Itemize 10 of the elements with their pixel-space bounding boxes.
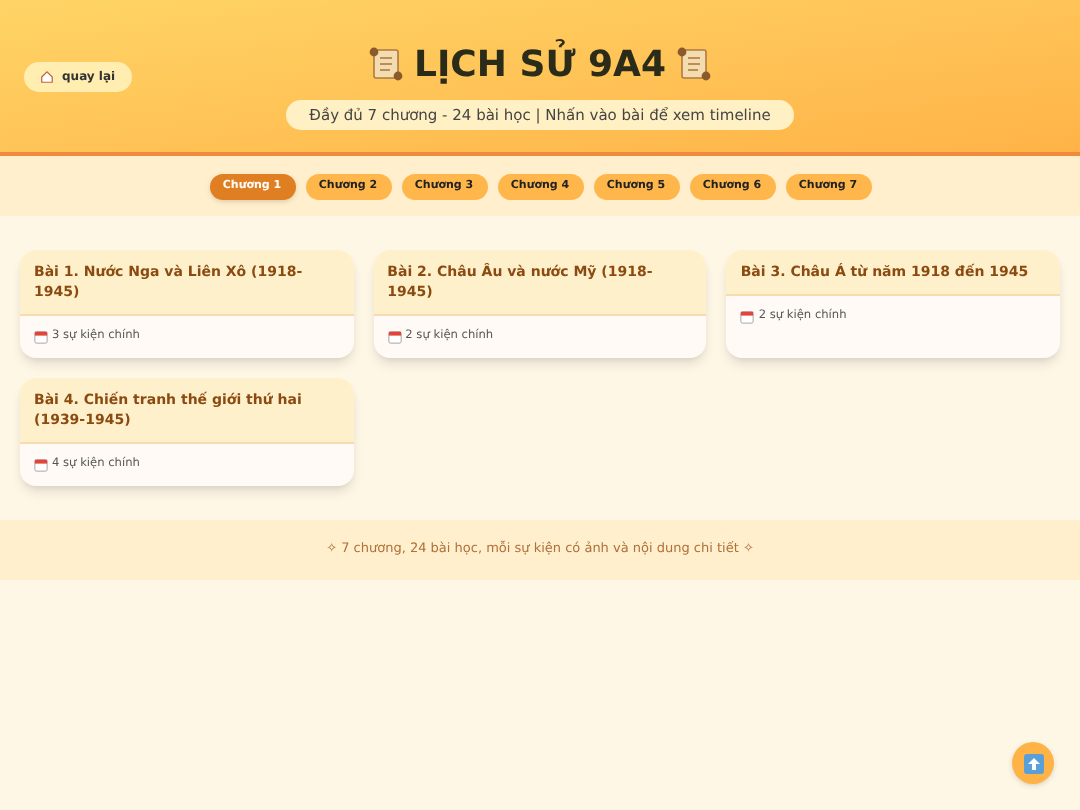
page-title: LỊCH SỬ 9A4 — [414, 37, 666, 90]
up-arrow-icon — [1023, 753, 1043, 773]
calendar-icon — [34, 330, 48, 344]
calendar-icon — [387, 330, 402, 344]
scroll-icon — [366, 44, 407, 85]
home-icon — [40, 70, 54, 84]
scroll-icon — [673, 44, 714, 85]
scroll-top-button[interactable] — [1012, 742, 1054, 784]
calendar-icon — [740, 310, 755, 324]
calendar-icon — [34, 458, 48, 472]
